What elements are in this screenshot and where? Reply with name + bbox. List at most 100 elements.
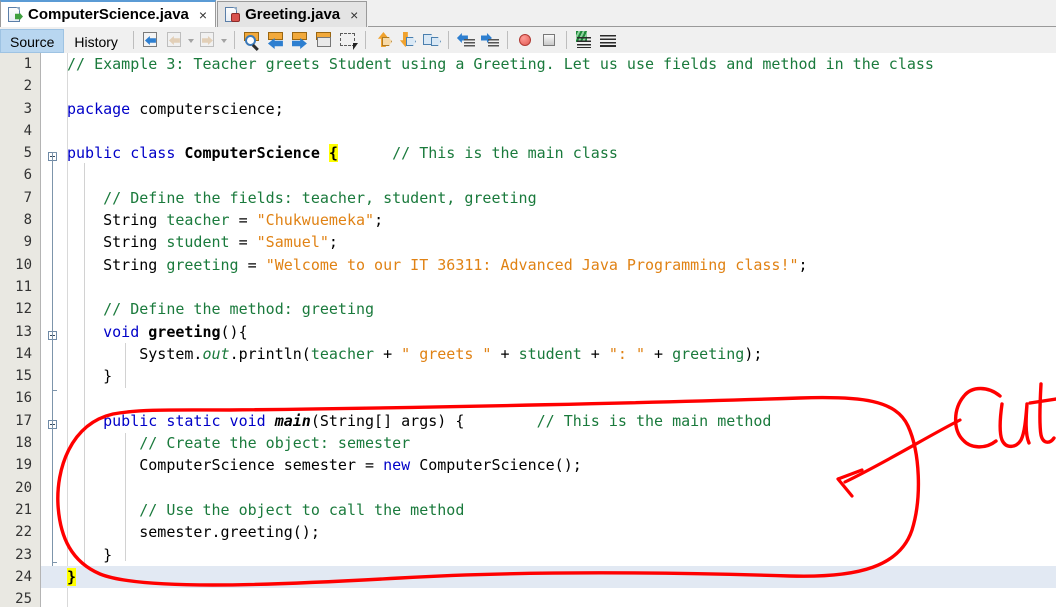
stop-macro-recording-icon[interactable] bbox=[538, 29, 560, 51]
line-content: // Define the method: greeting bbox=[103, 300, 375, 319]
editor-toolbar: Source History bbox=[0, 27, 1056, 54]
code-row-current[interactable]: 24 } bbox=[0, 565, 1056, 589]
tab-source[interactable]: Source bbox=[0, 28, 65, 53]
line-number: 3 bbox=[23, 100, 32, 117]
forward-icon[interactable] bbox=[197, 29, 219, 51]
line-number: 21 bbox=[15, 501, 32, 518]
code-editor[interactable]: 1 // Example 3: Teacher greets Student u… bbox=[0, 53, 1056, 607]
line-content: void greeting(){ bbox=[103, 322, 248, 341]
find-selection-icon[interactable] bbox=[241, 29, 263, 51]
line-number: 15 bbox=[15, 368, 32, 385]
find-next-icon[interactable] bbox=[289, 29, 311, 51]
tab-label: Greeting.java bbox=[245, 6, 341, 23]
line-number: 24 bbox=[15, 568, 32, 585]
code-row[interactable]: 8 String teacher = "Chukwuemeka"; bbox=[0, 209, 1056, 231]
code-row[interactable]: 23 } bbox=[0, 544, 1056, 566]
code-row[interactable]: 3 package computerscience; bbox=[0, 98, 1056, 120]
toolbar-separator bbox=[233, 31, 235, 49]
line-number: 10 bbox=[15, 256, 32, 273]
line-content: } bbox=[67, 367, 113, 386]
toolbar-separator bbox=[447, 31, 449, 49]
code-row[interactable]: 16 bbox=[0, 387, 1056, 409]
tab-computerscience-java[interactable]: ComputerScience.java × bbox=[0, 0, 217, 27]
line-number: 16 bbox=[15, 390, 32, 407]
code-row[interactable]: 9 String student = "Samuel"; bbox=[0, 231, 1056, 253]
code-row[interactable]: 12 // Define the method: greeting bbox=[0, 298, 1056, 320]
line-content: // Example 3: Teacher greets Student usi… bbox=[67, 55, 934, 73]
code-row[interactable]: 17 public static void main(String[] args… bbox=[0, 410, 1056, 432]
java-file-icon bbox=[224, 6, 241, 23]
toolbar-separator bbox=[132, 31, 134, 49]
tab-greeting-java[interactable]: Greeting.java × bbox=[217, 1, 368, 27]
code-row[interactable]: 6 bbox=[0, 164, 1056, 186]
line-content: System.out.println(teacher + " greets " … bbox=[67, 344, 763, 363]
line-number: 12 bbox=[15, 301, 32, 318]
code-row[interactable]: 14 System.out.println(teacher + " greets… bbox=[0, 343, 1056, 365]
last-edit-icon[interactable] bbox=[140, 29, 162, 51]
toggle-highlight-icon[interactable] bbox=[313, 29, 335, 51]
line-content: package computerscience; bbox=[67, 99, 284, 118]
close-icon[interactable]: × bbox=[348, 8, 360, 22]
code-row[interactable]: 20 bbox=[0, 477, 1056, 499]
toggle-bookmark-icon[interactable] bbox=[420, 29, 442, 51]
line-number: 20 bbox=[15, 479, 32, 496]
line-content: // Create the object: semester bbox=[139, 434, 411, 453]
code-lines: 1 // Example 3: Teacher greets Student u… bbox=[0, 53, 1056, 607]
line-number: 23 bbox=[15, 546, 32, 563]
previous-bookmark-icon[interactable] bbox=[372, 29, 394, 51]
line-number: 2 bbox=[23, 78, 32, 95]
line-number: 11 bbox=[15, 278, 32, 295]
line-content: public static void main(String[] args) {… bbox=[103, 411, 772, 430]
shift-line-left-icon[interactable] bbox=[455, 29, 477, 51]
line-content: ComputerScience semester = new ComputerS… bbox=[67, 456, 582, 475]
back-icon[interactable] bbox=[164, 29, 186, 51]
editor-window: ComputerScience.java × Greeting.java × S… bbox=[0, 0, 1056, 607]
toggle-rectangular-selection-icon[interactable] bbox=[337, 29, 359, 51]
back-dropdown-caret-icon[interactable] bbox=[187, 29, 196, 51]
tab-history[interactable]: History bbox=[64, 29, 128, 53]
java-file-icon bbox=[7, 6, 23, 23]
code-row[interactable]: 11 bbox=[0, 276, 1056, 298]
code-row[interactable]: 22 semester.greeting(); bbox=[0, 521, 1056, 543]
line-content: String greeting = "Welcome to our IT 363… bbox=[67, 255, 808, 274]
code-row[interactable]: 18 // Create the object: semester bbox=[0, 432, 1056, 454]
shift-line-right-icon[interactable] bbox=[479, 29, 501, 51]
line-content: String teacher = "Chukwuemeka"; bbox=[67, 211, 384, 230]
line-number: 19 bbox=[15, 457, 32, 474]
uncomment-icon[interactable] bbox=[597, 29, 619, 51]
next-bookmark-icon[interactable] bbox=[396, 29, 418, 51]
code-row[interactable]: 25 bbox=[0, 588, 1056, 607]
toolbar-separator bbox=[364, 31, 366, 49]
line-content: } bbox=[67, 545, 113, 564]
code-row[interactable]: 13 void greeting(){ bbox=[0, 321, 1056, 343]
line-content: } bbox=[67, 567, 77, 586]
code-row[interactable]: 19 ComputerScience semester = new Comput… bbox=[0, 454, 1056, 476]
code-row[interactable]: 5 public class ComputerScience { // This… bbox=[0, 142, 1056, 164]
close-icon[interactable]: × bbox=[197, 8, 209, 22]
line-number: 4 bbox=[23, 122, 32, 139]
line-number: 1 bbox=[23, 56, 32, 72]
line-number: 6 bbox=[23, 167, 32, 184]
line-number: 8 bbox=[23, 212, 32, 229]
line-number: 13 bbox=[15, 323, 32, 340]
code-row[interactable]: 4 bbox=[0, 120, 1056, 142]
line-number: 25 bbox=[15, 591, 32, 607]
find-previous-icon[interactable] bbox=[265, 29, 287, 51]
forward-dropdown-caret-icon[interactable] bbox=[220, 29, 229, 51]
code-row[interactable]: 7 // Define the fields: teacher, student… bbox=[0, 187, 1056, 209]
line-content: semester.greeting(); bbox=[67, 523, 320, 542]
code-row[interactable]: 15 } bbox=[0, 365, 1056, 387]
tab-strip-filler bbox=[368, 0, 1056, 27]
code-row[interactable]: 1 // Example 3: Teacher greets Student u… bbox=[0, 53, 1056, 75]
toolbar-separator bbox=[506, 31, 508, 49]
code-row[interactable]: 21 // Use the object to call the method bbox=[0, 499, 1056, 521]
editor-tab-strip: ComputerScience.java × Greeting.java × bbox=[0, 0, 1056, 28]
code-row[interactable]: 10 String greeting = "Welcome to our IT … bbox=[0, 254, 1056, 276]
line-number: 7 bbox=[23, 189, 32, 206]
line-number: 5 bbox=[23, 145, 32, 162]
comment-icon[interactable] bbox=[573, 29, 595, 51]
start-macro-recording-icon[interactable] bbox=[514, 29, 536, 51]
code-row[interactable]: 2 bbox=[0, 75, 1056, 97]
line-number: 9 bbox=[23, 234, 32, 251]
line-content: // Use the object to call the method bbox=[139, 500, 465, 519]
